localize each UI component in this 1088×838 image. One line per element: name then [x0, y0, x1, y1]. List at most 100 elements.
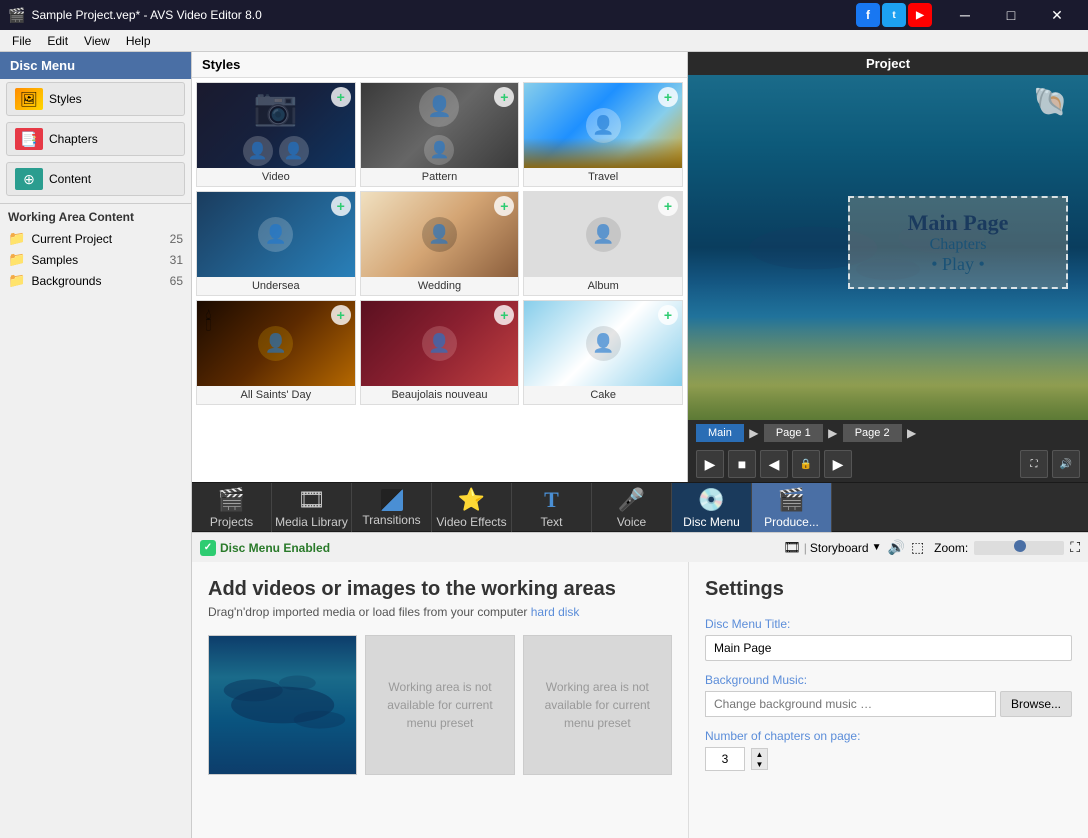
page-2-button[interactable]: Page 2: [843, 424, 902, 442]
twitter-icon[interactable]: t: [882, 3, 906, 27]
add-undersea-style[interactable]: +: [331, 196, 351, 216]
add-travel-style[interactable]: +: [658, 87, 678, 107]
styles-grid-container[interactable]: 📷 👤 👤 + Video: [192, 78, 687, 482]
next-button[interactable]: ▶: [824, 450, 852, 478]
video-effects-tool[interactable]: ⭐ Video Effects: [432, 483, 512, 533]
page-1-button[interactable]: Page 1: [764, 424, 823, 442]
style-thumb-album: 👤 +: [524, 192, 682, 277]
style-thumb-travel: 👤 +: [524, 83, 682, 168]
produce-tool[interactable]: 🎬 Produce...: [752, 483, 832, 533]
produce-icon: 🎬: [778, 487, 805, 513]
cake-style-label: Cake: [524, 386, 682, 404]
style-item-travel[interactable]: 👤 + Travel: [523, 82, 683, 187]
add-wedding-style[interactable]: +: [494, 196, 514, 216]
chapters-input[interactable]: [705, 747, 745, 771]
voice-tool[interactable]: 🎤 Voice: [592, 483, 672, 533]
media-slot-1[interactable]: [208, 635, 357, 775]
toolbar: 🎬 Projects 🎞 Media Library Transitions ⭐…: [192, 482, 1088, 532]
center-and-right: Styles 📷 👤 👤: [192, 52, 1088, 838]
sidebar-item-current-project[interactable]: 📁 Current Project 25: [0, 228, 191, 249]
chapters-up-button[interactable]: ▲: [751, 749, 767, 759]
preview-background: 🐚 Main Page Chapters • Play •: [688, 75, 1088, 420]
lower-area: Add videos or images to the working area…: [192, 562, 1088, 838]
add-cake-style[interactable]: +: [658, 305, 678, 325]
minimize-button[interactable]: ─: [942, 0, 988, 30]
disc-title-input[interactable]: [705, 635, 1072, 661]
youtube-icon[interactable]: ▶: [908, 3, 932, 27]
bg-music-input[interactable]: [705, 691, 996, 717]
disc-enabled-checkbox[interactable]: ✓: [200, 540, 216, 556]
sidebar-item-samples[interactable]: 📁 Samples 31: [0, 249, 191, 270]
volume-button[interactable]: 🔊: [1052, 450, 1080, 478]
stop-button[interactable]: ■: [728, 450, 756, 478]
working-area-subtitle: Drag'n'drop imported media or load files…: [208, 605, 672, 619]
person-placeholder-pattern: 👤: [419, 87, 459, 127]
maximize-button[interactable]: □: [988, 0, 1034, 30]
chapters-down-button[interactable]: ▼: [751, 759, 767, 769]
social-icons: f t ▶: [854, 3, 932, 27]
style-item-undersea[interactable]: 👤 + Undersea: [196, 191, 356, 296]
menu-help[interactable]: Help: [118, 32, 159, 50]
disc-title-label: Disc Menu Title:: [705, 617, 1072, 631]
facebook-icon[interactable]: f: [856, 3, 880, 27]
layout-icon[interactable]: ⬚: [911, 539, 924, 556]
sidebar-item-backgrounds[interactable]: 📁 Backgrounds 65: [0, 270, 191, 291]
frame-lock-button[interactable]: 🔒: [792, 450, 820, 478]
style-item-video[interactable]: 📷 👤 👤 + Video: [196, 82, 356, 187]
style-item-album[interactable]: 👤 + Album: [523, 191, 683, 296]
add-pattern-style[interactable]: +: [494, 87, 514, 107]
browse-button[interactable]: Browse...: [1000, 691, 1072, 717]
status-bar: ✓ Disc Menu Enabled 🎞 | Storyboard ▼ 🔊 ⬚…: [192, 532, 1088, 562]
styles-label: Styles: [49, 92, 82, 106]
fit-icon[interactable]: ⛶: [1070, 539, 1080, 556]
transitions-tool[interactable]: Transitions: [352, 483, 432, 533]
add-beaujolais-style[interactable]: +: [494, 305, 514, 325]
style-item-cake[interactable]: 👤 + Cake: [523, 300, 683, 405]
preview-menu-chapters: Chapters: [870, 236, 1046, 254]
playback-controls: ▶ ■ ◀ 🔒 ▶ ⛶ 🔊: [688, 446, 1088, 482]
disc-menu-enabled: ✓ Disc Menu Enabled: [200, 540, 330, 556]
shell-decoration: 🐚: [1033, 85, 1068, 118]
media-slot-2[interactable]: Working area is not available for curren…: [365, 635, 514, 775]
storyboard-toggle[interactable]: 🎞 | Storyboard ▼: [783, 539, 882, 556]
zoom-thumb[interactable]: [1014, 540, 1026, 552]
disc-enabled-label: Disc Menu Enabled: [220, 541, 330, 555]
prev-button[interactable]: ◀: [760, 450, 788, 478]
settings-area: Settings Disc Menu Title: Background Mus…: [688, 562, 1088, 838]
fullscreen-button[interactable]: ⛶: [1020, 450, 1048, 478]
media-slot-3[interactable]: Working area is not available for curren…: [523, 635, 672, 775]
menu-edit[interactable]: Edit: [39, 32, 76, 50]
menu-view[interactable]: View: [76, 32, 118, 50]
add-album-style[interactable]: +: [658, 196, 678, 216]
hard-disk-link[interactable]: hard disk: [531, 605, 580, 619]
media-slot-2-text: Working area is not available for curren…: [366, 668, 513, 742]
folder-icon-samples: 📁: [8, 251, 25, 268]
sidebar-chapters-button[interactable]: 📑 Chapters: [6, 122, 185, 156]
media-library-icon: 🎞: [298, 487, 326, 513]
travel-style-label: Travel: [524, 168, 682, 186]
disc-menu-tool[interactable]: 💿 Disc Menu: [672, 483, 752, 533]
zoom-slider[interactable]: [974, 541, 1064, 555]
style-thumb-wedding: 👤 +: [361, 192, 519, 277]
style-item-wedding[interactable]: 👤 + Wedding: [360, 191, 520, 296]
menu-overlay[interactable]: Main Page Chapters • Play •: [848, 196, 1068, 289]
add-allsaints-style[interactable]: +: [331, 305, 351, 325]
sidebar-content-button[interactable]: ⊕ Content: [6, 162, 185, 196]
projects-tool[interactable]: 🎬 Projects: [192, 483, 272, 533]
style-item-beaujolais[interactable]: 👤 + Beaujolais nouveau: [360, 300, 520, 405]
menu-file[interactable]: File: [4, 32, 39, 50]
chapters-stepper: ▲ ▼: [751, 748, 768, 770]
chevron-right-icon-2: ▶: [827, 427, 839, 439]
page-main-button[interactable]: Main: [696, 424, 744, 442]
play-button[interactable]: ▶: [696, 450, 724, 478]
add-video-style[interactable]: +: [331, 87, 351, 107]
close-button[interactable]: ✕: [1034, 0, 1080, 30]
style-item-allsaints[interactable]: 🕯 👤 + All Saints' Day: [196, 300, 356, 405]
audio-icon[interactable]: 🔊: [888, 539, 905, 556]
bg-music-field: Background Music: Browse...: [705, 673, 1072, 717]
text-tool[interactable]: T Text: [512, 483, 592, 533]
person-placeholder-undersea: 👤: [258, 217, 293, 252]
style-item-pattern[interactable]: 👤 👤 + Pattern: [360, 82, 520, 187]
media-library-tool[interactable]: 🎞 Media Library: [272, 483, 352, 533]
sidebar-styles-button[interactable]: 🖼 Styles: [6, 82, 185, 116]
